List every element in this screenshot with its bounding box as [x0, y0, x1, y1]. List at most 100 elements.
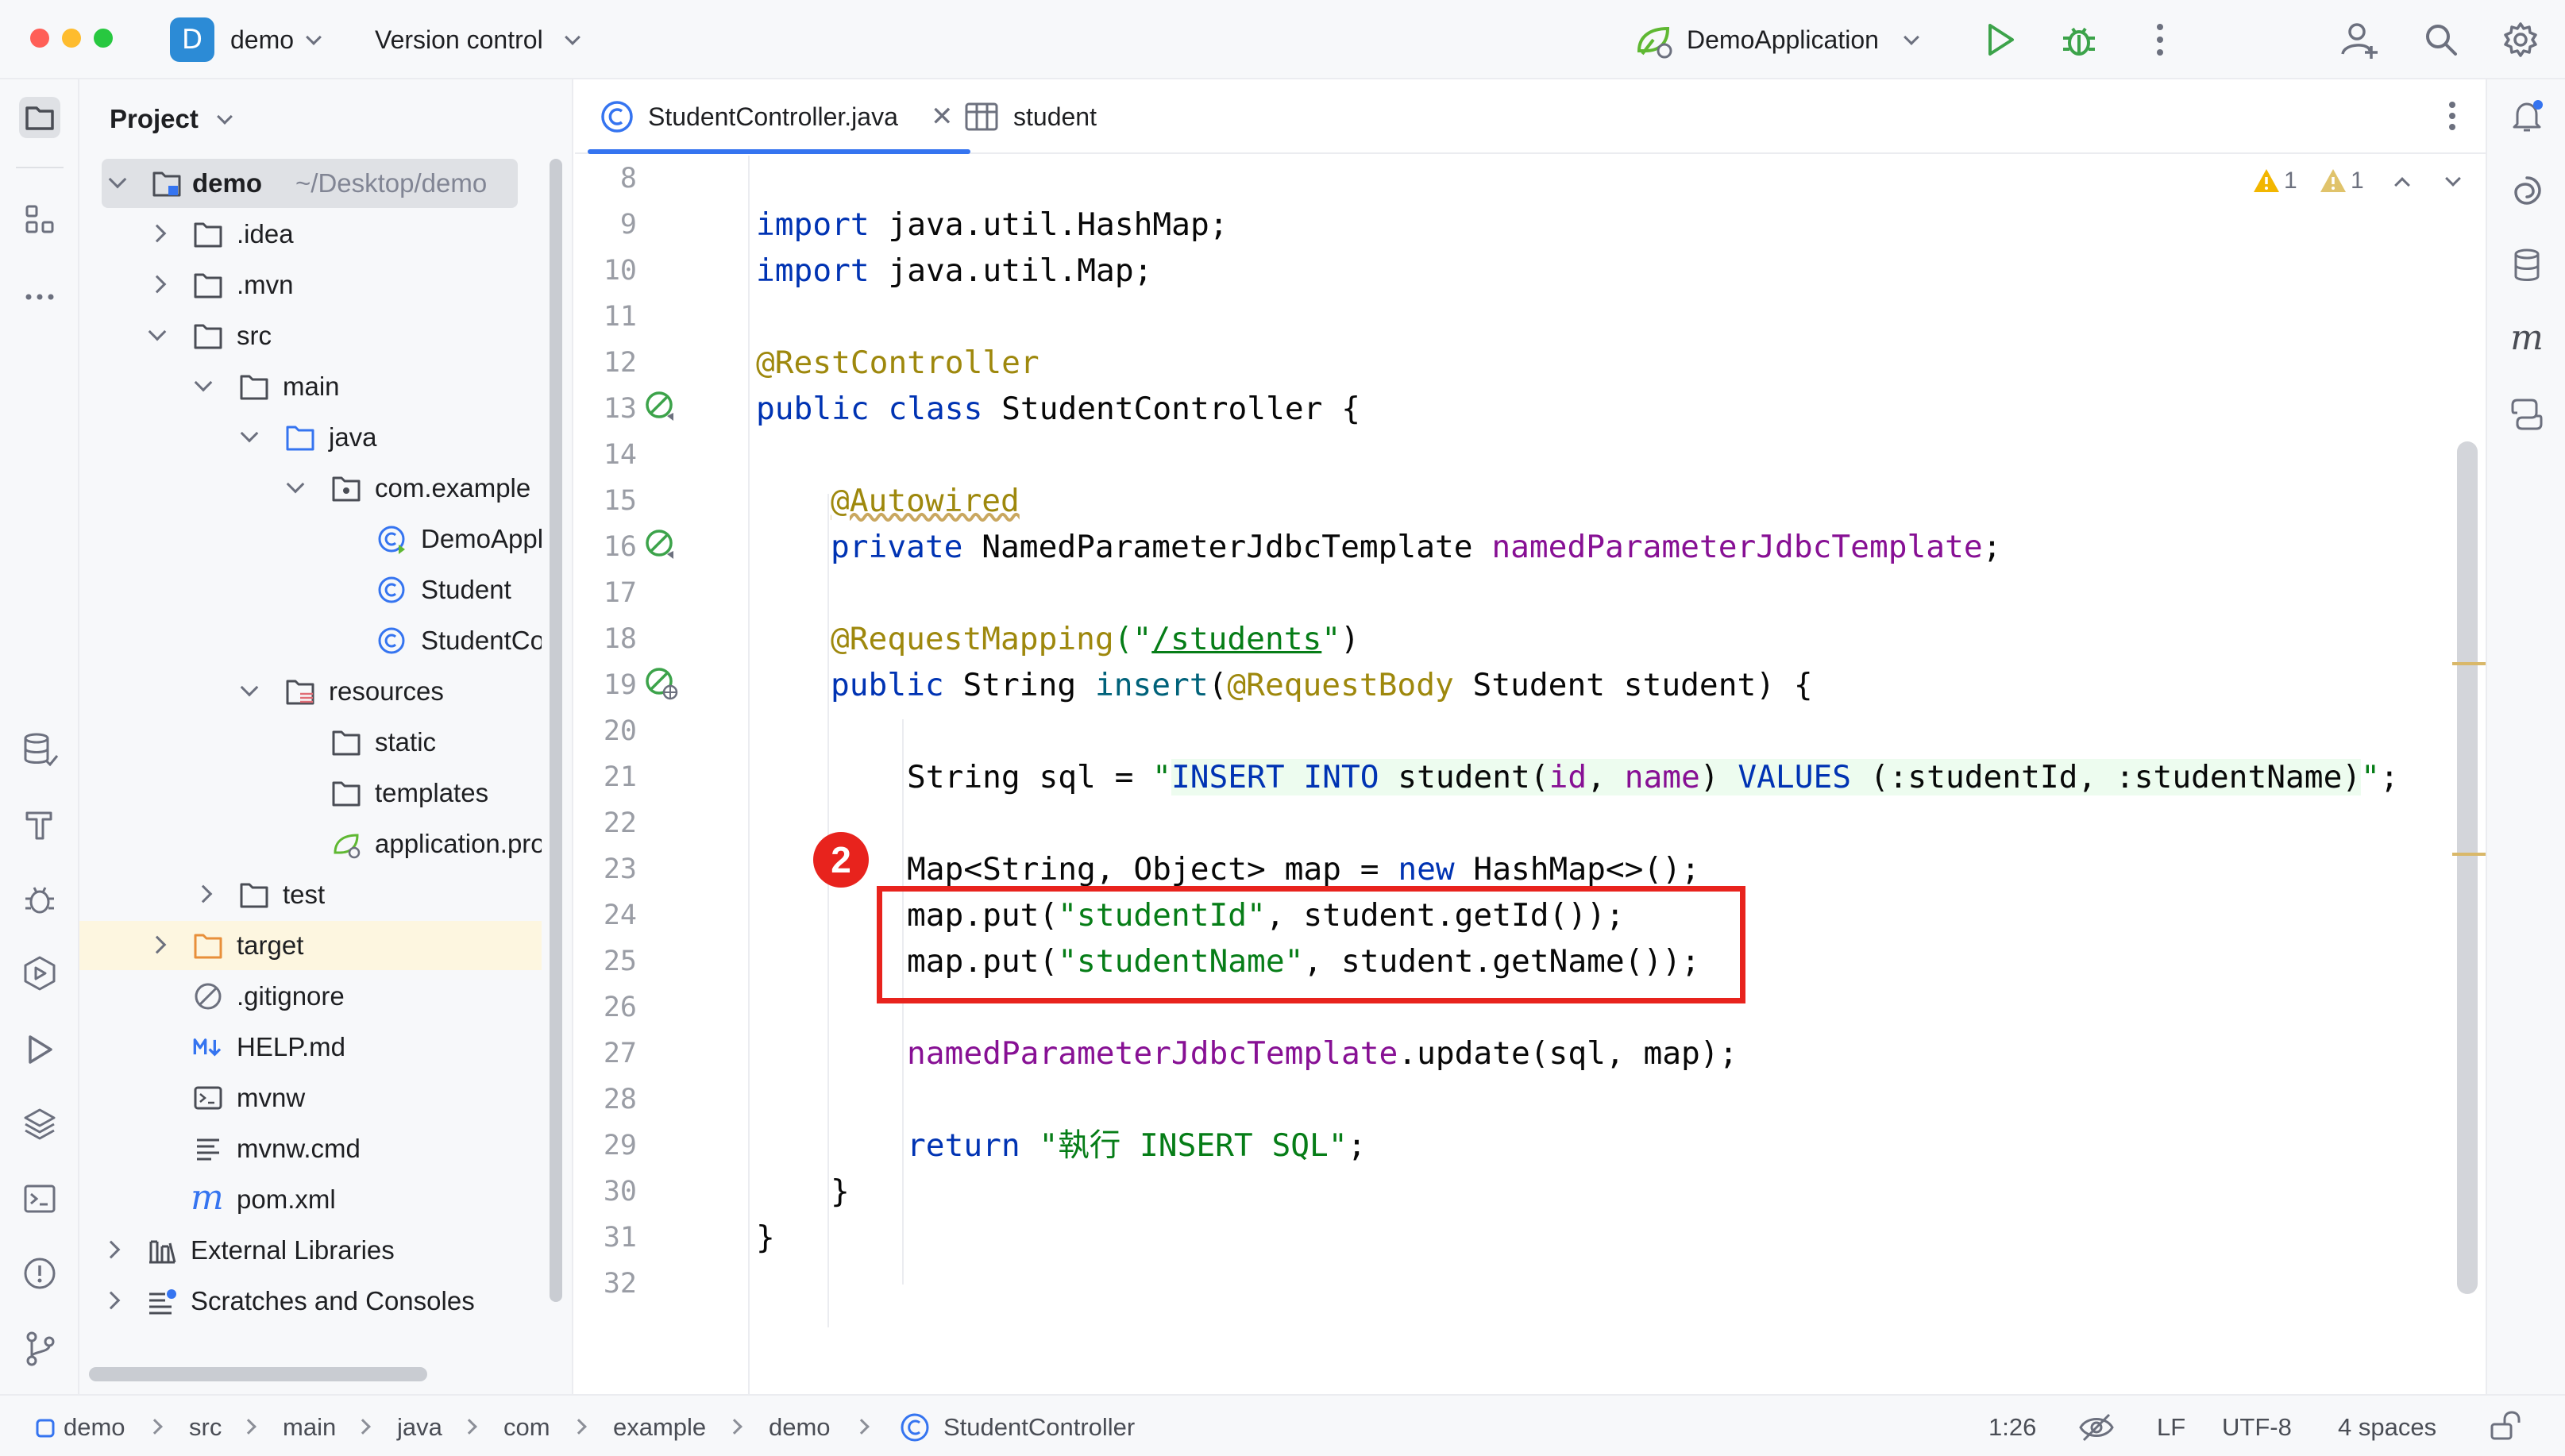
collapse-arrow-icon[interactable] [102, 1291, 121, 1310]
expand-arrow-icon[interactable] [148, 322, 167, 341]
indent-settings[interactable]: 4 spaces [2338, 1412, 2436, 1443]
tree-item-scratches[interactable]: Scratches and Consoles [79, 1277, 542, 1326]
debug-icon[interactable] [2058, 19, 2100, 60]
collapse-arrow-icon[interactable] [194, 884, 213, 903]
read-only-lock-icon[interactable] [2487, 1408, 2522, 1443]
maven-tool-icon[interactable]: m [2506, 318, 2548, 359]
warning-stripe-mark[interactable] [2452, 853, 2487, 856]
code-line-13: public class StudentController { [756, 391, 1360, 427]
excluded-folder-icon [194, 934, 222, 959]
tree-item-gitignore[interactable]: .gitignore [79, 972, 542, 1021]
inspection-status-icon[interactable] [2077, 1410, 2116, 1445]
tree-item-external-libraries[interactable]: External Libraries [79, 1226, 542, 1275]
git-branch-icon[interactable] [19, 1327, 60, 1369]
expand-arrow-icon[interactable] [108, 170, 127, 189]
breadcrumb-com[interactable]: com [503, 1412, 550, 1443]
tree-item-student[interactable]: Student [79, 565, 542, 614]
editor-gutter: 8 9 10 11 12 13 14 15 16 17 18 19 20 21 … [575, 156, 750, 1394]
tab-student-controller-java[interactable]: StudentController.java ✕ [588, 79, 970, 154]
build-hammer-icon[interactable] [19, 803, 60, 845]
services-icon[interactable] [19, 953, 60, 994]
breadcrumb-java[interactable]: java [397, 1412, 442, 1443]
line-separator[interactable]: LF [2157, 1412, 2185, 1443]
code-editor[interactable]: import java.util.HashMap; import java.ut… [751, 156, 2460, 1394]
file-encoding[interactable]: UTF-8 [2222, 1412, 2292, 1443]
tree-item-main[interactable]: main [79, 362, 542, 411]
folder-icon [194, 273, 222, 299]
search-icon[interactable] [2420, 19, 2462, 60]
tree-item-src[interactable]: src [79, 311, 542, 360]
more-tools-icon[interactable] [19, 276, 60, 318]
problems-icon[interactable] [19, 1253, 60, 1294]
breadcrumb-demo[interactable]: demo [64, 1412, 125, 1443]
close-window-button[interactable] [30, 29, 49, 48]
settings-gear-icon[interactable] [2500, 19, 2541, 60]
tree-item-demo-application[interactable]: DemoApplication [79, 514, 542, 564]
notifications-bell-icon[interactable] [2506, 95, 2548, 137]
project-vertical-scrollbar[interactable] [550, 159, 562, 1302]
tree-item-root-demo[interactable]: demo ~/Desktop/demo [102, 159, 518, 208]
collapse-arrow-icon[interactable] [102, 1240, 121, 1259]
run-configuration-selector[interactable]: DemoApplication [1687, 24, 1879, 56]
tree-item-resources[interactable]: resources [79, 667, 542, 716]
collapse-arrow-icon[interactable] [148, 275, 167, 294]
tree-item-student-controller[interactable]: StudentController [79, 616, 542, 665]
editor-vertical-scrollbar[interactable] [2457, 441, 2478, 1294]
tree-item-package[interactable]: com.example [79, 464, 542, 513]
warning-stripe-mark[interactable] [2452, 662, 2487, 665]
expand-arrow-icon[interactable] [286, 475, 305, 494]
tree-item-idea[interactable]: .idea [79, 210, 542, 259]
database-icon[interactable] [2506, 245, 2548, 286]
close-tab-icon[interactable]: ✕ [931, 79, 954, 154]
tree-item-label: test [283, 880, 326, 909]
tree-item-mvn[interactable]: .mvn [79, 260, 542, 310]
tree-item-mvnw[interactable]: mvnw [79, 1073, 542, 1123]
expand-arrow-icon[interactable] [240, 424, 259, 443]
minimize-window-button[interactable] [62, 29, 81, 48]
spring-bean-gutter-icon[interactable] [643, 389, 680, 426]
ai-assistant-icon[interactable] [2506, 170, 2548, 211]
collapse-arrow-icon[interactable] [148, 224, 167, 243]
expand-arrow-icon[interactable] [194, 373, 213, 392]
tree-item-static[interactable]: static [79, 718, 542, 767]
tree-item-test[interactable]: test [79, 870, 542, 919]
breadcrumb-separator [147, 1419, 163, 1435]
endpoint-gutter-icon[interactable] [643, 665, 680, 702]
collapse-arrow-icon[interactable] [148, 935, 167, 954]
project-switcher[interactable]: demo [230, 24, 294, 56]
more-vertical-icon[interactable] [2139, 19, 2181, 60]
tree-item-java[interactable]: java [79, 413, 542, 462]
project-folder-icon[interactable] [19, 97, 60, 138]
structure-icon[interactable] [19, 198, 60, 240]
run-icon[interactable] [1979, 19, 2020, 60]
tab-options-icon[interactable] [2433, 97, 2471, 135]
breadcrumb-demo-package[interactable]: demo [769, 1412, 831, 1443]
project-horizontal-scrollbar[interactable] [89, 1367, 427, 1381]
layers-icon[interactable] [19, 1104, 60, 1145]
database-check-icon[interactable] [19, 729, 60, 770]
run-tool-icon[interactable] [19, 1029, 60, 1070]
markdown-icon [193, 1038, 222, 1057]
tab-student-table[interactable]: student [964, 79, 1139, 154]
tree-item-templates[interactable]: templates [79, 768, 542, 818]
tree-item-pom-xml[interactable]: m pom.xml [79, 1175, 542, 1224]
breadcrumb-student-controller[interactable]: StudentController [943, 1412, 1135, 1443]
debug-bug-icon[interactable] [19, 878, 60, 919]
breadcrumb-main[interactable]: main [283, 1412, 336, 1443]
tree-item-mvnw-cmd[interactable]: mvnw.cmd [79, 1124, 542, 1173]
terminal-icon[interactable] [19, 1178, 60, 1219]
tree-item-help-md[interactable]: HELP.md [79, 1023, 542, 1072]
tree-item-application-properties[interactable]: application.properties [79, 819, 542, 869]
zoom-window-button[interactable] [94, 29, 113, 48]
vcs-menu[interactable]: Version control [375, 24, 543, 56]
breadcrumb-src[interactable]: src [189, 1412, 222, 1443]
project-panel-title[interactable]: Project [110, 103, 199, 135]
python-console-icon[interactable] [2506, 394, 2548, 435]
spring-autowired-gutter-icon[interactable] [643, 527, 680, 564]
project-badge[interactable]: D [170, 17, 214, 62]
tree-item-target[interactable]: target [79, 921, 542, 970]
add-user-icon[interactable] [2339, 19, 2381, 60]
breadcrumb-example[interactable]: example [613, 1412, 706, 1443]
caret-position[interactable]: 1:26 [1988, 1412, 2036, 1443]
expand-arrow-icon[interactable] [240, 678, 259, 697]
